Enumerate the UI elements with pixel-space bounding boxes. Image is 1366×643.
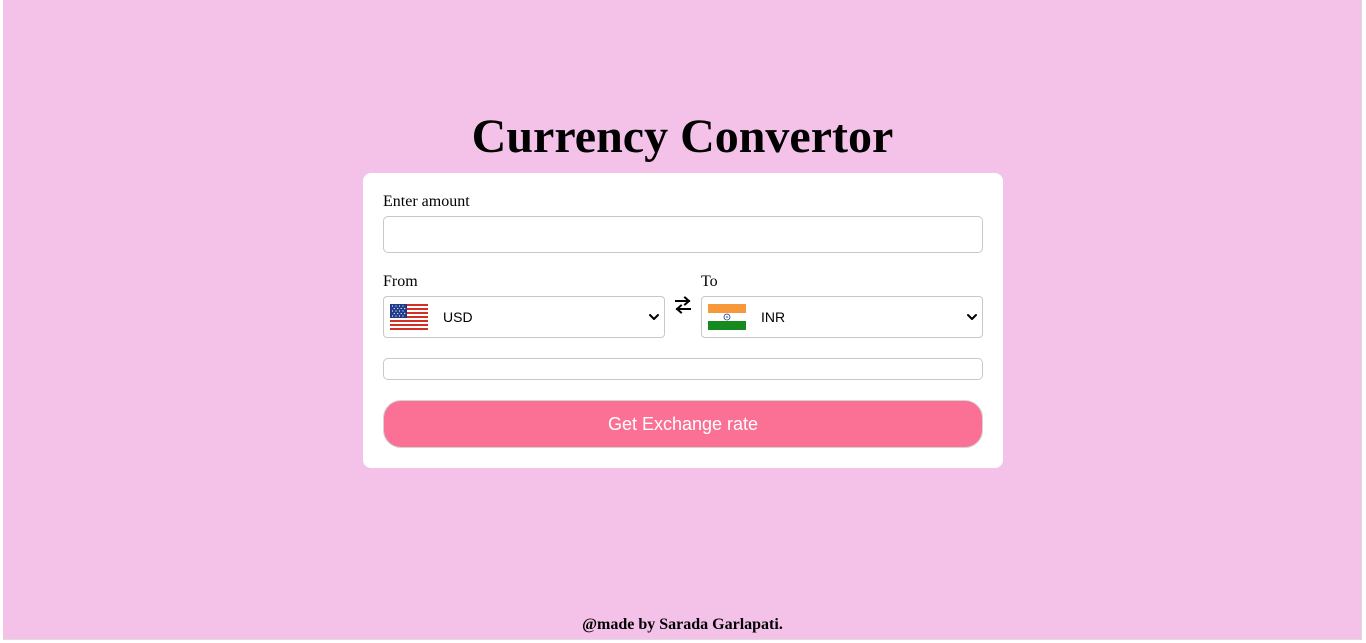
from-currency-code: USD [443, 309, 473, 325]
from-currency-select[interactable]: USD [383, 296, 665, 338]
amount-label: Enter amount [383, 193, 470, 210]
to-currency-select[interactable]: INR [701, 296, 983, 338]
footer-credit: @made by Sarada Garlapati. [582, 616, 783, 633]
chevron-down-icon [649, 314, 659, 320]
swap-arrows-icon[interactable] [673, 295, 693, 315]
from-label: From [383, 273, 418, 290]
converter-card: Enter amount From USD To INR Get Exchang… [363, 173, 1003, 468]
to-label: To [701, 273, 718, 290]
amount-input[interactable] [383, 216, 983, 253]
india-flag-icon [708, 304, 746, 330]
page-background: Currency Convertor Enter amount From USD… [3, 0, 1362, 640]
us-flag-icon [390, 304, 428, 330]
exchange-result-display [383, 358, 983, 380]
page-title: Currency Convertor [471, 110, 894, 163]
get-exchange-rate-button[interactable]: Get Exchange rate [383, 400, 983, 448]
chevron-down-icon [967, 314, 977, 320]
to-currency-code: INR [761, 309, 786, 325]
